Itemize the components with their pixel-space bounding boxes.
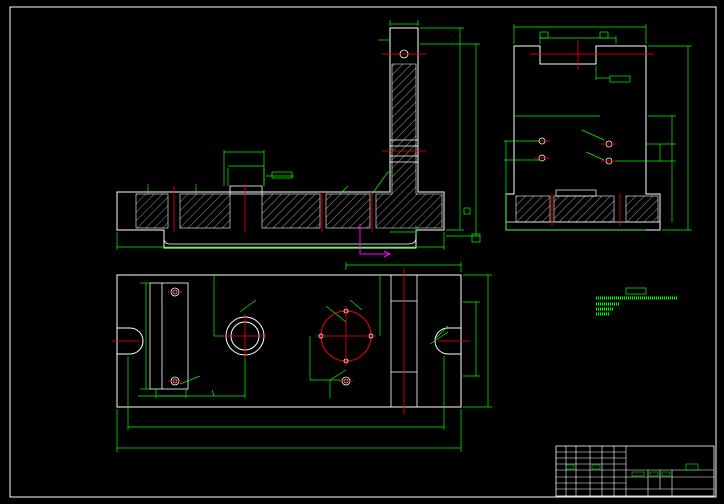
front-hatch-mid [261,193,321,229]
front-hatch-mid-right [325,193,371,229]
title-block [555,445,715,497]
side-hatch-mid [553,195,615,223]
top-view [112,262,492,452]
cad-drawing-canvas [0,0,724,504]
technical-notes [596,287,678,316]
cad-drawing [9,6,717,498]
front-view [116,20,481,258]
side-hatch-left [515,195,551,223]
front-hatch-left [135,193,169,229]
side-hatch-right [625,195,659,223]
side-view [504,24,692,231]
top-view-outline [116,274,462,408]
front-hatch-mid-left [179,193,231,229]
